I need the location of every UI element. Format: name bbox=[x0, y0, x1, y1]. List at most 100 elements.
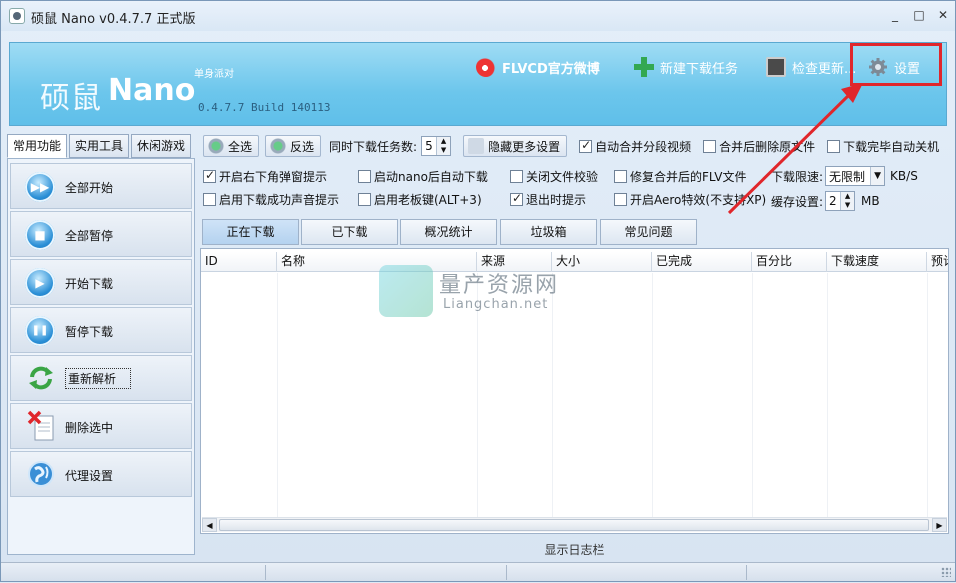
tagline: 单身派对 bbox=[194, 69, 234, 80]
cache-row: 缓存设置: 2 ▲ ▼ MB bbox=[771, 191, 880, 211]
tab-games[interactable]: 休闲游戏 bbox=[131, 134, 192, 158]
logo-en: Nano bbox=[108, 73, 196, 108]
popup-notice-checkbox[interactable]: 开启右下角弹窗提示 bbox=[203, 168, 327, 185]
column-header-source[interactable]: 来源 bbox=[477, 252, 552, 272]
boss-key-checkbox[interactable]: 启用老板键(ALT+3) bbox=[358, 191, 482, 208]
pause-all-label: 全部暂停 bbox=[65, 229, 114, 243]
plus-icon bbox=[634, 57, 654, 77]
tab-downloaded[interactable]: 已下载 bbox=[301, 219, 398, 245]
aero-label: 开启Aero特效(不支持XP) bbox=[630, 193, 767, 207]
status-bar bbox=[1, 562, 955, 581]
maximize-button[interactable]: □ bbox=[911, 7, 927, 23]
column-header-name[interactable]: 名称 bbox=[277, 252, 477, 272]
success-sound-checkbox[interactable]: 启用下载成功声音提示 bbox=[203, 191, 339, 208]
concurrent-stepper[interactable]: 5 ▲ ▼ bbox=[421, 136, 452, 156]
column-divider bbox=[277, 273, 278, 519]
select-all-button[interactable]: 全选 bbox=[203, 135, 260, 157]
shutdown-after-checkbox[interactable]: 下载完毕自动关机 bbox=[827, 138, 939, 155]
tab-tools[interactable]: 实用工具 bbox=[69, 134, 130, 158]
column-divider bbox=[477, 273, 478, 519]
tab-statistics[interactable]: 概况统计 bbox=[400, 219, 497, 245]
new-task-button[interactable]: 新建下载任务 bbox=[634, 57, 738, 77]
pause-download-button[interactable]: ❚❚ 暂停下载 bbox=[10, 307, 192, 353]
globe-icon bbox=[28, 461, 54, 487]
aero-checkbox[interactable]: 开启Aero特效(不支持XP) bbox=[614, 191, 766, 208]
checkbox-icon bbox=[827, 139, 841, 153]
checkbox-icon bbox=[358, 193, 371, 206]
status-divider bbox=[506, 565, 507, 580]
cache-stepper[interactable]: 2 ▲ ▼ bbox=[825, 191, 856, 211]
auto-merge-checkbox[interactable]: 自动合并分段视频 bbox=[579, 138, 691, 155]
scroll-thumb[interactable] bbox=[219, 519, 929, 531]
header-banner: 硕鼠 Nano 单身派对 0.4.7.7 Build 140113 FLVCD官… bbox=[9, 42, 947, 126]
weibo-link[interactable]: FLVCD官方微博 bbox=[476, 57, 600, 77]
minimize-button[interactable]: _ bbox=[887, 7, 903, 23]
checkbox-icon bbox=[358, 170, 371, 183]
cache-unit: MB bbox=[861, 194, 880, 208]
checkbox-icon bbox=[614, 170, 627, 183]
proxy-settings-button[interactable]: 代理设置 bbox=[10, 451, 192, 497]
table-header: ID 名称 来源 大小 已完成 百分比 下载速度 预计 bbox=[201, 252, 948, 272]
column-divider bbox=[552, 273, 553, 519]
column-header-eta[interactable]: 预计 bbox=[927, 252, 948, 272]
column-header-percent[interactable]: 百分比 bbox=[752, 252, 827, 272]
status-divider bbox=[746, 565, 747, 580]
show-log-bar[interactable]: 显示日志栏 bbox=[200, 539, 949, 561]
tab-faq[interactable]: 常见问题 bbox=[600, 219, 697, 245]
horizontal-scrollbar[interactable]: ◀ ▶ bbox=[202, 517, 947, 532]
status-divider bbox=[265, 565, 266, 580]
column-divider bbox=[827, 273, 828, 519]
invert-label: 反选 bbox=[290, 139, 315, 154]
scroll-right-icon[interactable]: ▶ bbox=[932, 518, 947, 532]
delete-selected-button[interactable]: 删除选中 bbox=[10, 403, 192, 449]
speed-limit-select[interactable]: 无限制 ▼ bbox=[825, 166, 886, 186]
stepper-arrows-icon[interactable]: ▲ ▼ bbox=[436, 137, 451, 155]
close-button[interactable]: ✕ bbox=[935, 7, 951, 23]
stop-icon: ■ bbox=[25, 220, 55, 250]
checkbox-icon bbox=[579, 138, 593, 153]
column-header-completed[interactable]: 已完成 bbox=[652, 252, 752, 272]
hide-more-label: 隐藏更多设置 bbox=[488, 139, 561, 154]
check-update-button[interactable]: 检查更新... bbox=[766, 57, 856, 77]
scroll-left-icon[interactable]: ◀ bbox=[202, 518, 217, 532]
pause-icon: ❚❚ bbox=[25, 316, 55, 346]
auto-download-label: 启动nano后自动下载 bbox=[374, 170, 488, 184]
speed-limit-row: 下载限速: 无限制 ▼ KB/S bbox=[771, 166, 918, 186]
delete-after-merge-label: 合并后删除原文件 bbox=[719, 139, 816, 154]
start-download-button[interactable]: ▶ 开始下载 bbox=[10, 259, 192, 305]
title-bar: 硕鼠 Nano v0.4.7.7 正式版 _ □ ✕ bbox=[1, 1, 955, 31]
disable-verify-checkbox[interactable]: 关闭文件校验 bbox=[510, 168, 598, 185]
app-icon bbox=[9, 8, 25, 24]
checkbox-icon bbox=[703, 139, 717, 153]
column-header-id[interactable]: ID bbox=[201, 252, 277, 272]
success-sound-label: 启用下载成功声音提示 bbox=[219, 193, 340, 207]
delete-after-merge-checkbox[interactable]: 合并后删除原文件 bbox=[703, 138, 815, 155]
tab-common-functions[interactable]: 常用功能 bbox=[7, 134, 68, 158]
toolbar: 全选 反选 同时下载任务数: 5 ▲▼ 隐藏更多设置 自动合并分段视频 合并后删… bbox=[203, 135, 939, 157]
download-table[interactable]: ID 名称 来源 大小 已完成 百分比 下载速度 预计 ◀ ▶ bbox=[200, 248, 949, 534]
repair-flv-checkbox[interactable]: 修复合并后的FLV文件 bbox=[614, 168, 746, 185]
reparse-button[interactable]: 重新解析 bbox=[10, 355, 192, 401]
exit-prompt-checkbox[interactable]: 退出时提示 bbox=[510, 191, 586, 208]
proxy-settings-label: 代理设置 bbox=[65, 469, 114, 483]
tab-downloading[interactable]: 正在下载 bbox=[202, 219, 299, 245]
pause-all-button[interactable]: ■ 全部暂停 bbox=[10, 211, 192, 257]
start-all-button[interactable]: ▶▶ 全部开始 bbox=[10, 163, 192, 209]
column-header-size[interactable]: 大小 bbox=[552, 252, 652, 272]
column-header-speed[interactable]: 下载速度 bbox=[827, 252, 927, 272]
resize-grip-icon[interactable] bbox=[941, 567, 951, 577]
check-update-label: 检查更新... bbox=[792, 61, 857, 77]
logo-cn: 硕鼠 bbox=[40, 81, 102, 116]
left-panel: ▶▶ 全部开始 ■ 全部暂停 ▶ 开始下载 ❚❚ 暂停下载 重新解析 删除选中 … bbox=[7, 158, 195, 555]
new-task-label: 新建下载任务 bbox=[660, 61, 739, 77]
weibo-label: FLVCD官方微博 bbox=[502, 61, 600, 77]
settings-button[interactable]: 设置 bbox=[868, 57, 920, 77]
auto-download-checkbox[interactable]: 启动nano后自动下载 bbox=[358, 168, 488, 185]
invert-selection-button[interactable]: 反选 bbox=[265, 135, 322, 157]
chevron-down-icon[interactable]: ▼ bbox=[870, 167, 885, 185]
exit-prompt-label: 退出时提示 bbox=[526, 193, 587, 207]
stepper-arrows-icon[interactable]: ▲ ▼ bbox=[840, 192, 855, 210]
hide-more-settings-button[interactable]: 隐藏更多设置 bbox=[463, 135, 568, 157]
tab-trash[interactable]: 垃圾箱 bbox=[500, 219, 597, 245]
fast-forward-icon: ▶▶ bbox=[25, 172, 55, 202]
